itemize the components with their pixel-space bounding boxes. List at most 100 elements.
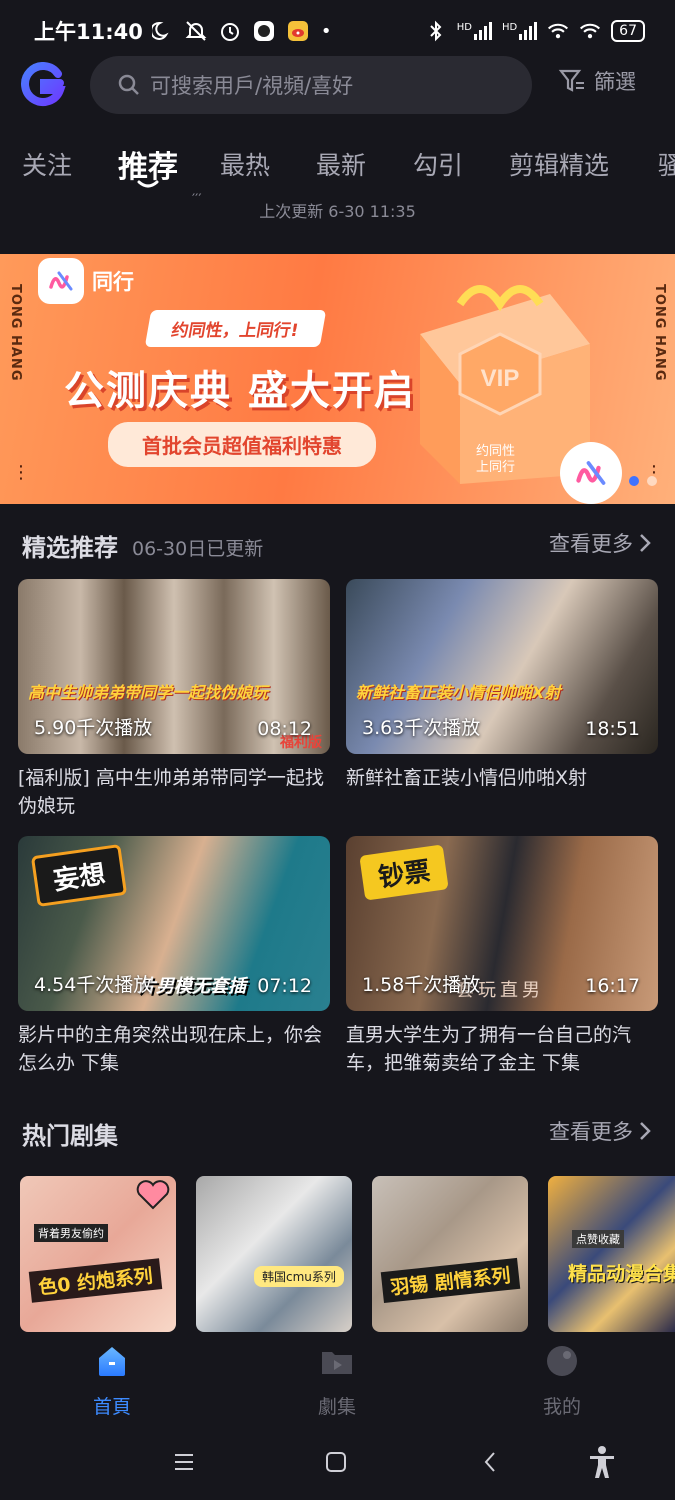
series-note: 点赞收藏: [572, 1230, 624, 1248]
signal-icon-1: HD: [457, 22, 492, 40]
nav-label: 劇集: [317, 1396, 356, 1418]
banner-app-name: 同行: [92, 270, 134, 294]
tab-follow[interactable]: 关注: [22, 146, 72, 182]
nav-label: 我的: [542, 1396, 581, 1418]
section-title: 热门剧集: [22, 1122, 118, 1150]
banner-vip-label: VIP: [481, 365, 520, 392]
view-count: 1.58千次播放: [362, 974, 481, 996]
view-count: 5.90千次播放: [34, 717, 153, 739]
banner-side-label-right: TONG HANG: [652, 284, 667, 382]
thumbnail-caption: 高中生帅弟弟带同学一起找伪娘玩: [28, 683, 269, 702]
accessibility-icon[interactable]: [586, 1446, 618, 1478]
tab-newest[interactable]: 最新: [316, 146, 366, 182]
search-input[interactable]: 可搜索用戶/視頻/喜好: [90, 56, 532, 114]
series-card[interactable]: 韩国cmu系列: [196, 1176, 352, 1332]
category-tabs: 关注 推荐 最热 最新 勾引 剪辑精选 骚: [0, 140, 675, 190]
series-card[interactable]: 背着男友偷约 色0 约炮系列: [20, 1176, 176, 1332]
banner-headline: 公测庆典 盛大开启: [64, 368, 416, 414]
tonghang-logo-icon: [38, 258, 84, 304]
banner-subheadline: 首批会员超值福利特惠: [108, 422, 376, 467]
search-icon: [118, 74, 139, 95]
banner-app-chip: 同行: [38, 258, 134, 304]
app-notification-icon: [253, 20, 275, 42]
menu-icon[interactable]: [168, 1446, 200, 1478]
back-icon[interactable]: [474, 1446, 506, 1478]
video-thumbnail[interactable]: 高中生帅弟弟带同学一起找伪娘玩 福利版 5.90千次播放 08:12: [18, 579, 330, 754]
top-header: 可搜索用戶/視頻/喜好 篩選: [0, 56, 675, 114]
duration: 07:12: [257, 975, 312, 997]
folder-play-icon: [322, 1352, 352, 1374]
see-more-link[interactable]: 查看更多: [549, 1116, 651, 1146]
tab-seduce[interactable]: 勾引: [413, 146, 463, 182]
series-caption: 精品动漫合集: [568, 1263, 675, 1285]
series-caption: 羽锡 剧情系列: [380, 1257, 520, 1304]
alarm-icon: [219, 20, 241, 42]
video-card[interactable]: 新鲜社畜正装小情侣帅啪X射 3.63千次播放 18:51 新鲜社畜正装小情侣帅啪…: [346, 579, 658, 792]
duration: 18:51: [585, 718, 640, 740]
moon-icon: [151, 20, 173, 42]
home-button-icon[interactable]: [320, 1446, 352, 1478]
promo-banner[interactable]: TONG HANG TONG HANG ⋮ ⋮ 同行 VIP 约同性，上同行! …: [0, 254, 675, 504]
banner-corner-logo-icon: [560, 442, 622, 504]
duration: 08:12: [257, 718, 312, 740]
video-card[interactable]: 钞票 套玩直男 1.58千次播放 16:17 直男大学生为了拥有一台自己的汽车，…: [346, 836, 658, 1077]
banner-dot-active[interactable]: [629, 476, 639, 486]
tab-edited-picks[interactable]: 剪辑精选: [509, 146, 609, 182]
nav-series[interactable]: 劇集: [277, 1344, 397, 1419]
active-tab-indicator: [137, 180, 159, 188]
thumbnail-sticker: 妄想: [30, 843, 128, 908]
video-title[interactable]: 影片中的主角突然出现在床上，你会怎么办 下集: [18, 1021, 330, 1077]
series-card[interactable]: 点赞收藏 精品动漫合集: [548, 1176, 675, 1332]
video-card[interactable]: 妄想 片男模无套插 4.54千次播放 07:12 影片中的主角突然出现在床上，你…: [18, 836, 330, 1077]
thumbnail-caption: 片男模无套插: [138, 976, 246, 997]
filter-button[interactable]: 篩選: [558, 66, 636, 96]
clock: 上午11:40: [34, 20, 143, 44]
chevron-right-icon: [640, 534, 651, 552]
banner-handle-left-icon: ⋮: [12, 462, 30, 483]
video-thumbnail[interactable]: 钞票 套玩直男 1.58千次播放 16:17: [346, 836, 658, 1011]
video-card[interactable]: 高中生帅弟弟带同学一起找伪娘玩 福利版 5.90千次播放 08:12 [福利版]…: [18, 579, 330, 820]
series-card[interactable]: 羽锡 剧情系列: [372, 1176, 528, 1332]
view-count: 4.54千次播放: [34, 974, 153, 996]
bottom-navigation: 首頁 劇集 我的: [0, 1332, 675, 1422]
tab-more[interactable]: 骚: [658, 146, 675, 182]
thumbnail-caption: 新鲜社畜正装小情侣帅啪X射: [356, 683, 561, 702]
duration: 16:17: [585, 975, 640, 997]
home-icon: [99, 1347, 125, 1376]
heart-icon: [136, 1180, 170, 1210]
section-subtitle: 06-30日已更新: [132, 538, 264, 560]
video-thumbnail[interactable]: 妄想 片男模无套插 4.54千次播放 07:12: [18, 836, 330, 1011]
video-title[interactable]: 直男大学生为了拥有一台自己的汽车，把雏菊卖给了金主 下集: [346, 1021, 658, 1077]
wifi-icon: [547, 20, 569, 42]
bluetooth-icon: [425, 20, 447, 42]
nav-profile[interactable]: 我的: [502, 1344, 622, 1419]
video-title[interactable]: 新鲜社畜正装小情侣帅啪X射: [346, 764, 658, 792]
wifi-icon-2: [579, 20, 601, 42]
banner-corner-text: 约同性 上同行: [476, 444, 516, 475]
series-caption: 韩国cmu系列: [254, 1266, 344, 1287]
series-caption: 色0 约炮系列: [28, 1258, 163, 1303]
profile-icon: [547, 1346, 577, 1376]
system-navigation-bar: [0, 1422, 675, 1500]
series-section-header: 热门剧集 查看更多: [0, 1116, 675, 1156]
battery-indicator: 67: [611, 20, 645, 42]
see-more-link[interactable]: 查看更多: [549, 528, 651, 558]
banner-slogan: 约同性，上同行!: [144, 310, 327, 347]
app-logo[interactable]: [20, 62, 66, 108]
nav-label: 首頁: [92, 1396, 131, 1418]
banner-dot[interactable]: [647, 476, 657, 486]
thumbnail-sticker: 钞票: [359, 844, 449, 901]
video-title[interactable]: [福利版] 高中生帅弟弟带同学一起找伪娘玩: [18, 764, 330, 820]
banner-side-label-left: TONG HANG: [8, 284, 23, 382]
series-note: 背着男友偷约: [34, 1224, 108, 1242]
chevron-right-icon: [640, 1122, 651, 1140]
last-updated-note: 上次更新 6-30 11:35: [259, 202, 416, 221]
view-count: 3.63千次播放: [362, 717, 481, 739]
tab-hottest[interactable]: 最热: [220, 146, 270, 182]
featured-section-header: 精选推荐 06-30日已更新 查看更多: [0, 528, 675, 568]
weibo-icon: [287, 20, 309, 42]
filter-label: 篩選: [594, 70, 636, 94]
search-placeholder: 可搜索用戶/視頻/喜好: [150, 74, 354, 98]
nav-home[interactable]: 首頁: [52, 1344, 172, 1419]
video-thumbnail[interactable]: 新鲜社畜正装小情侣帅啪X射 3.63千次播放 18:51: [346, 579, 658, 754]
